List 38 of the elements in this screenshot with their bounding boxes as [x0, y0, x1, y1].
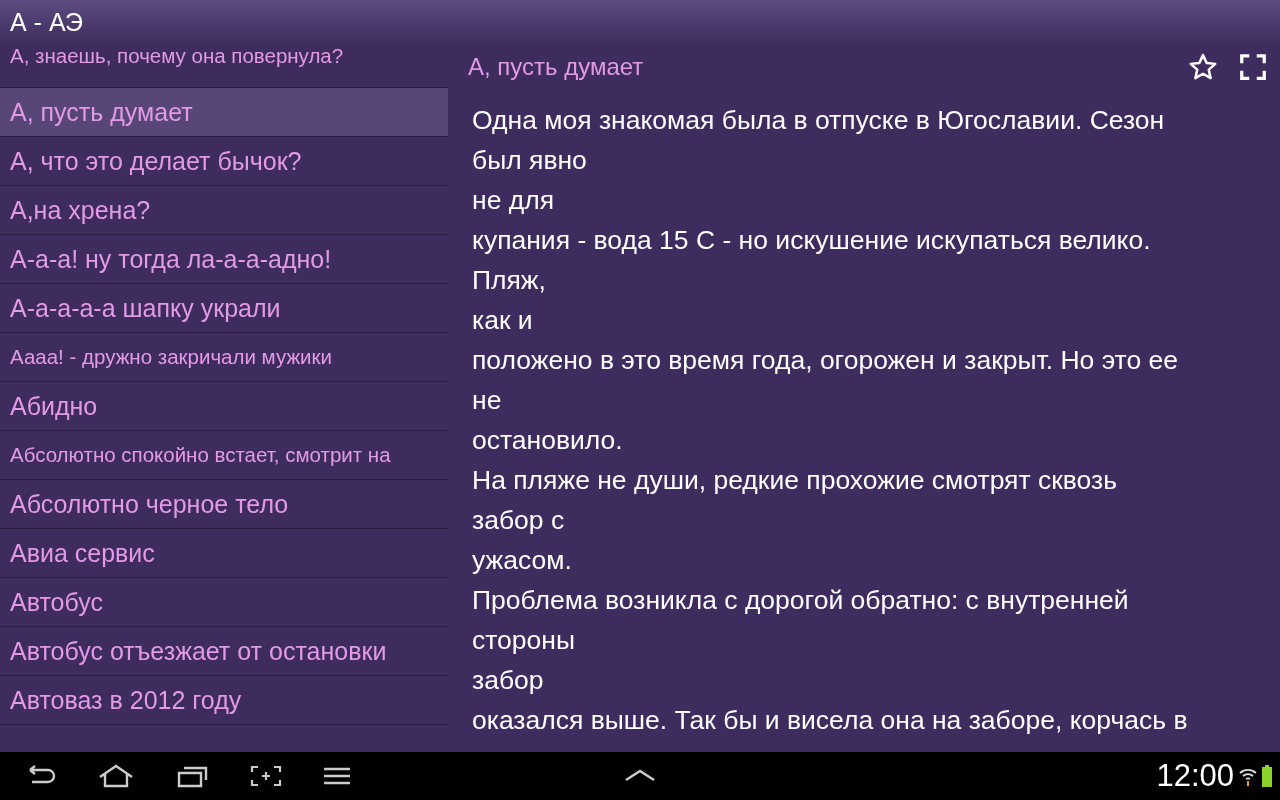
star-icon[interactable]	[1188, 52, 1218, 82]
joke-text-line: не	[472, 384, 503, 417]
joke-text-line: ужасом.	[472, 544, 573, 577]
joke-text-line: Пляж,	[472, 264, 547, 297]
list-item[interactable]: Автобус отъезжает от остановки	[0, 627, 448, 676]
joke-text-line: Проблема возникла с дорогой обратно: с внутренней	[472, 584, 1130, 617]
list-item[interactable]: Аааа! - дружно закричали мужики	[0, 333, 448, 382]
list-item[interactable]: Абсолютно черное тело	[0, 480, 448, 529]
list-item[interactable]: Абсолютно спокойно встает, смотрит на	[0, 431, 448, 480]
joke-text-line: оказался выше. Так бы и висела она на заборе, корчась в	[472, 704, 1189, 737]
joke-text-line: На пляже не души, редкие прохожие смотрят сквозь	[472, 464, 1118, 497]
joke-text-line: был явно	[472, 144, 588, 177]
list-item[interactable]: Абидно	[0, 382, 448, 431]
caret-icon[interactable]	[624, 768, 656, 782]
list-item[interactable]: Автоваз в 2012 году	[0, 676, 448, 725]
list-item[interactable]: А, пусть думает	[0, 88, 448, 137]
joke-text-line: как и	[472, 304, 534, 337]
list-item[interactable]: А, что это делает бычок?	[0, 137, 448, 186]
list-item[interactable]: Авиа сервис	[0, 529, 448, 578]
wifi-icon	[1238, 766, 1258, 786]
joke-text-line: остановило.	[472, 424, 624, 457]
fullscreen-icon[interactable]	[1238, 52, 1268, 82]
joke-text-line: стороны	[472, 624, 576, 657]
joke-text-line: положено в это время года, огорожен и закрыт. Но это ее	[472, 344, 1180, 377]
list-item[interactable]: А-а-а! ну тогда ла-а-а-адно!	[0, 235, 448, 284]
list-item[interactable]: Автобус	[0, 578, 448, 627]
joke-text-line: забор	[472, 664, 545, 697]
joke-text-line: забор с	[472, 504, 566, 537]
battery-icon	[1262, 765, 1272, 787]
joke-text-line: не для	[472, 184, 555, 217]
list-item[interactable]: А-а-а-а-а шапку украли	[0, 284, 448, 333]
list-item[interactable]: А,на хрена?	[0, 186, 448, 235]
window-title: А - АЭ	[10, 7, 83, 37]
joke-title: А, пусть думает	[468, 53, 644, 81]
joke-text-line: купания - вода 15 С - но искушение искупаться велико.	[472, 224, 1152, 257]
screenshot-icon[interactable]	[248, 764, 284, 788]
clock: 12:00	[1156, 758, 1234, 794]
joke-text-line: Одна моя знакомая была в отпуске в Югославии. Сезон	[472, 104, 1166, 137]
